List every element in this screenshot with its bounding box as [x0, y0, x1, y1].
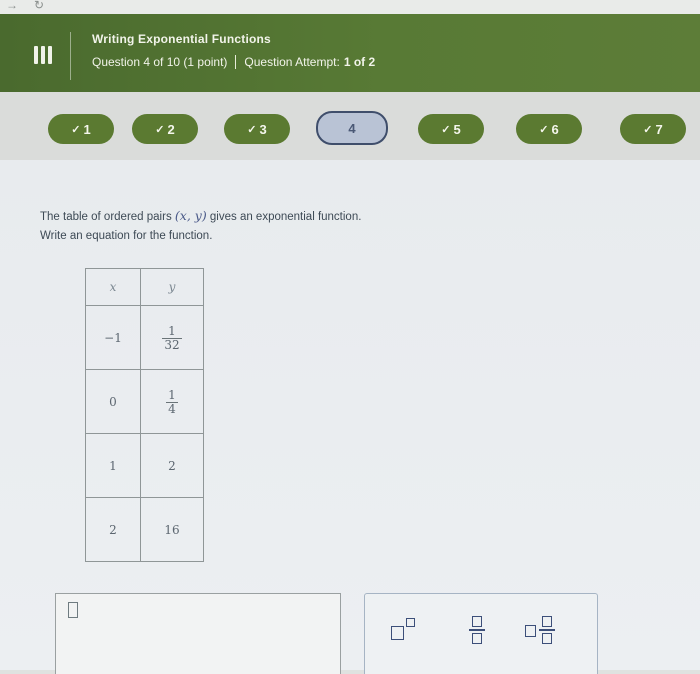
y-cell: 1 32	[140, 305, 204, 370]
problem-prompt: The table of ordered pairs (x, y) gives …	[40, 206, 361, 246]
prompt-line-2: Write an equation for the function.	[40, 230, 213, 242]
assignment-title: Writing Exponential Functions	[92, 32, 271, 46]
x-cell: −1	[85, 305, 141, 370]
answer-input[interactable]	[55, 593, 341, 674]
info-separator	[235, 55, 237, 69]
input-cursor-box	[68, 602, 78, 618]
table-header-row: x y	[85, 268, 204, 306]
column-header-x: x	[85, 268, 141, 306]
y-cell: 2	[140, 433, 204, 498]
question-button-1[interactable]: ✓ 1	[48, 114, 114, 144]
mixed-number-icon[interactable]	[525, 616, 565, 646]
column-header-y: y	[140, 268, 204, 306]
table-row: 1 2	[85, 433, 204, 498]
header-divider	[70, 32, 71, 80]
table-row: 2 16	[85, 497, 204, 562]
fraction: 1 32	[162, 323, 182, 352]
y-cell: 16	[140, 497, 204, 562]
question-button-4-current[interactable]: 4	[316, 111, 388, 145]
check-icon: ✓	[643, 123, 653, 136]
question-button-5[interactable]: ✓ 5	[418, 114, 484, 144]
ordered-pair: (x, y)	[174, 208, 207, 223]
x-cell: 2	[85, 497, 141, 562]
back-arrow-icon[interactable]: →	[6, 0, 18, 12]
menu-icon[interactable]	[32, 44, 54, 66]
check-icon: ✓	[71, 123, 81, 136]
prompt-line-1: The table of ordered pairs (x, y) gives …	[40, 208, 362, 223]
fraction: 1 4	[166, 387, 178, 416]
attempt-label: Question Attempt:	[244, 55, 340, 69]
check-icon: ✓	[247, 123, 257, 136]
question-button-2[interactable]: ✓ 2	[132, 114, 198, 144]
y-cell: 1 4	[140, 369, 204, 434]
question-info: Question 4 of 10 (1 point) Question Atte…	[92, 55, 375, 69]
superscript-icon[interactable]	[391, 616, 425, 646]
question-button-7[interactable]: ✓ 7	[620, 114, 686, 144]
math-toolbar	[364, 593, 598, 674]
check-icon: ✓	[539, 123, 549, 136]
table-row: 0 1 4	[85, 369, 204, 434]
browser-top-strip: → ↻	[0, 0, 700, 14]
question-progress-bar: ✓ 1 ✓ 2 ✓ 3 4 ✓ 5 ✓ 6 ✓ 7	[0, 92, 700, 160]
reload-icon[interactable]: ↻	[34, 0, 44, 12]
assignment-header: Writing Exponential Functions Question 4…	[0, 14, 700, 92]
question-button-6[interactable]: ✓ 6	[516, 114, 582, 144]
question-content: The table of ordered pairs (x, y) gives …	[0, 160, 700, 674]
x-cell: 1	[85, 433, 141, 498]
check-icon: ✓	[441, 123, 451, 136]
check-icon: ✓	[155, 123, 165, 136]
ordered-pairs-table: x y −1 1 32 0 1 4 1 2 2 16	[85, 268, 204, 562]
fraction-icon[interactable]	[469, 616, 489, 646]
question-position: Question 4 of 10 (1 point)	[92, 55, 228, 69]
x-cell: 0	[85, 369, 141, 434]
question-button-3[interactable]: ✓ 3	[224, 114, 290, 144]
attempt-value: 1 of 2	[343, 55, 376, 69]
table-row: −1 1 32	[85, 305, 204, 370]
